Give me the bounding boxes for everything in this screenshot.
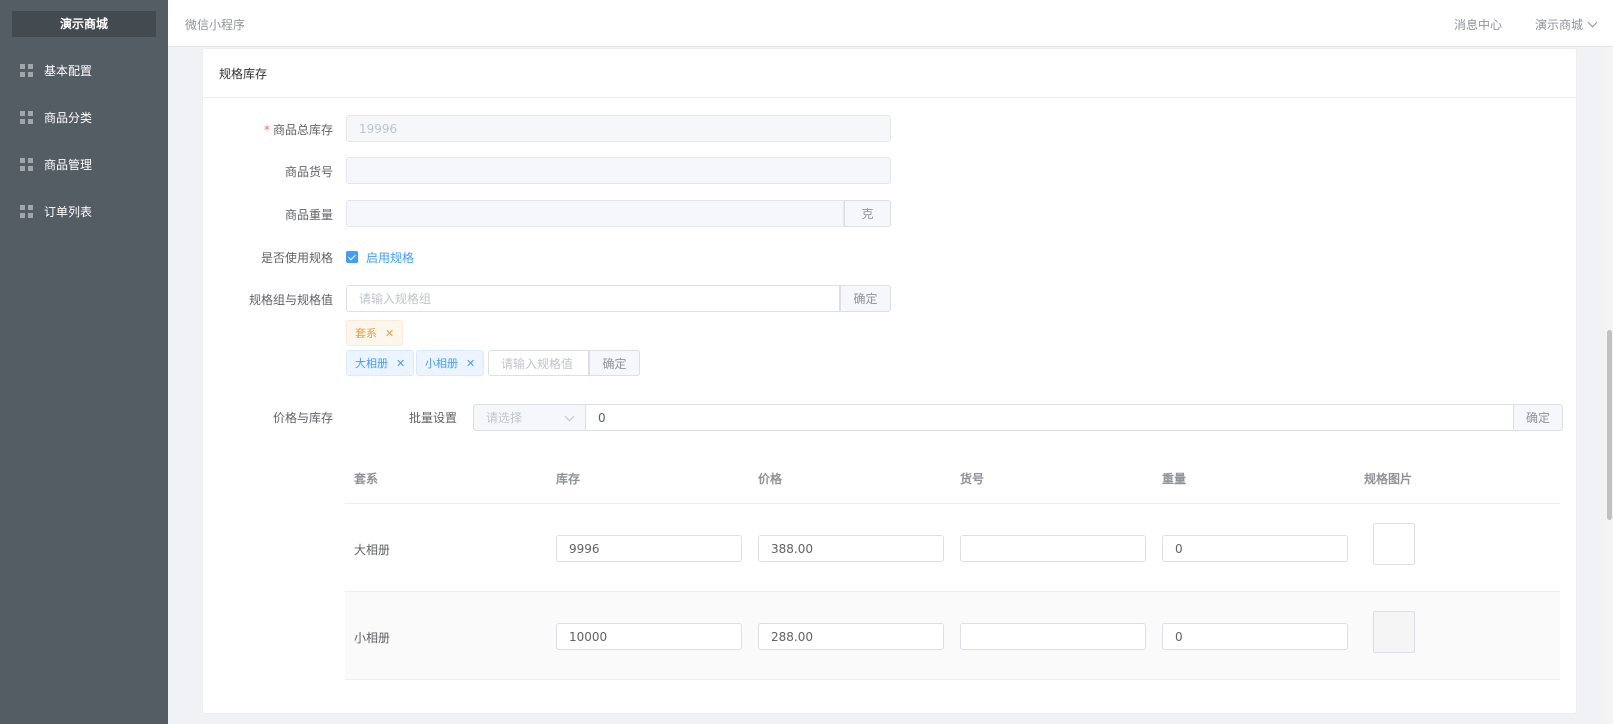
table-row: 小相册 10000 288.00 0 xyxy=(345,592,1560,680)
spec-image-upload[interactable] xyxy=(1373,611,1415,653)
brand-area: 演示商城 xyxy=(0,0,168,47)
sku-input[interactable] xyxy=(960,623,1146,650)
spec-cell: 小相册 xyxy=(354,631,391,645)
weight-value: 0 xyxy=(1175,629,1183,644)
price-stock-label: 价格与库存 xyxy=(272,411,333,425)
table-header: 套系 库存 价格 货号 重量 规格图片 xyxy=(345,451,1560,504)
header-title: 微信小程序 xyxy=(185,18,246,32)
batch-field-select[interactable]: 请选择 xyxy=(473,404,586,431)
user-dropdown[interactable]: 演示商城 xyxy=(1535,16,1598,33)
spec-image-upload[interactable] xyxy=(1373,523,1415,565)
sidebar-item-label: 基本配置 xyxy=(44,64,93,78)
spec-group-label: 规格组与规格值 xyxy=(248,293,333,307)
batch-value: 0 xyxy=(598,410,606,425)
total-stock-input: 19996 xyxy=(346,115,891,142)
close-icon[interactable]: ✕ xyxy=(385,327,394,340)
weight-cell-input[interactable]: 0 xyxy=(1162,535,1348,562)
weight-label: 商品重量 xyxy=(284,208,333,222)
user-name: 演示商城 xyxy=(1535,18,1584,32)
total-stock-label: * 商品总库存 xyxy=(203,121,333,138)
sidebar: 演示商城 基本配置 商品分类 商品管理 订单列表 xyxy=(0,0,168,724)
sidebar-item-label: 商品管理 xyxy=(44,158,93,172)
grid-icon xyxy=(20,63,34,78)
spec-group-confirm-button[interactable]: 确定 xyxy=(840,285,891,312)
enable-spec-label[interactable]: 启用规格 xyxy=(366,249,414,266)
chevron-down-icon xyxy=(564,411,575,422)
column-header: 套系 xyxy=(354,472,379,486)
stock-input[interactable]: 10000 xyxy=(556,623,742,650)
batch-value-input[interactable]: 0 xyxy=(585,404,1514,431)
spec-value-placeholder: 请输入规格值 xyxy=(501,356,574,371)
price-value: 288.00 xyxy=(771,629,813,644)
column-header: 货号 xyxy=(960,472,985,486)
sidebar-item-label: 订单列表 xyxy=(44,205,93,219)
grid-icon xyxy=(20,157,34,172)
stock-input[interactable]: 9996 xyxy=(556,535,742,562)
scrollbar-thumb[interactable] xyxy=(1607,330,1612,520)
price-value: 388.00 xyxy=(771,541,813,556)
enable-spec-checkbox[interactable] xyxy=(346,251,358,263)
close-icon[interactable]: ✕ xyxy=(396,357,405,370)
sku-no-label: 商品货号 xyxy=(284,165,333,179)
required-mark: * xyxy=(263,123,270,137)
sidebar-item-category[interactable]: 商品分类 xyxy=(0,94,168,141)
column-header: 重量 xyxy=(1162,472,1187,486)
column-header: 价格 xyxy=(758,472,783,486)
sidebar-item-label: 商品分类 xyxy=(44,111,93,125)
total-stock-label-text: 商品总库存 xyxy=(272,123,333,137)
top-header: 微信小程序 消息中心 演示商城 xyxy=(168,0,1613,47)
spec-value-tag: 大相册 ✕ xyxy=(346,350,415,376)
table-row: 大相册 9996 388.00 0 xyxy=(345,504,1560,592)
weight-input[interactable] xyxy=(346,200,844,227)
grid-icon xyxy=(20,110,34,125)
sidebar-item-products[interactable]: 商品管理 xyxy=(0,141,168,188)
sku-no-input[interactable] xyxy=(346,157,891,184)
weight-value: 0 xyxy=(1175,541,1183,556)
column-header: 库存 xyxy=(556,472,581,486)
total-stock-value: 19996 xyxy=(359,121,398,136)
spec-value-tag: 小相册 ✕ xyxy=(416,350,485,376)
close-icon[interactable]: ✕ xyxy=(466,357,475,370)
chevron-down-icon xyxy=(1587,17,1598,28)
message-center-link[interactable]: 消息中心 xyxy=(1454,16,1502,33)
sidebar-item-orders[interactable]: 订单列表 xyxy=(0,188,168,235)
spec-group-placeholder: 请输入规格组 xyxy=(359,292,432,306)
page-scrollbar[interactable] xyxy=(1606,47,1613,724)
spec-value-tag-label: 小相册 xyxy=(425,357,458,370)
stock-value: 9996 xyxy=(569,541,600,556)
batch-setting-label: 批量设置 xyxy=(409,411,458,425)
weight-unit: 克 xyxy=(844,200,891,227)
price-input[interactable]: 288.00 xyxy=(758,623,944,650)
spec-group-input[interactable]: 请输入规格组 xyxy=(346,285,840,312)
price-input[interactable]: 388.00 xyxy=(758,535,944,562)
weight-cell-input[interactable]: 0 xyxy=(1162,623,1348,650)
select-placeholder: 请选择 xyxy=(486,411,523,425)
sku-table: 套系 库存 价格 货号 重量 规格图片 大相册 9996 388.00 0 小相… xyxy=(345,451,1560,680)
card-title: 规格库存 xyxy=(203,49,1576,98)
spec-value-confirm-button[interactable]: 确定 xyxy=(589,350,640,376)
stock-value: 10000 xyxy=(569,629,608,644)
column-header: 规格图片 xyxy=(1364,472,1413,486)
batch-confirm-button[interactable]: 确定 xyxy=(1513,404,1563,431)
spec-value-input[interactable]: 请输入规格值 xyxy=(488,350,589,376)
use-spec-label: 是否使用规格 xyxy=(260,251,333,265)
grid-icon xyxy=(20,204,34,219)
spec-cell: 大相册 xyxy=(354,543,391,557)
spec-value-tag-label: 大相册 xyxy=(355,357,388,370)
spec-group-tag: 套系 ✕ xyxy=(346,320,404,346)
sku-input[interactable] xyxy=(960,535,1146,562)
brand-logo[interactable]: 演示商城 xyxy=(12,10,156,37)
sidebar-item-basic-config[interactable]: 基本配置 xyxy=(0,47,168,94)
spec-group-tag-label: 套系 xyxy=(355,327,377,340)
